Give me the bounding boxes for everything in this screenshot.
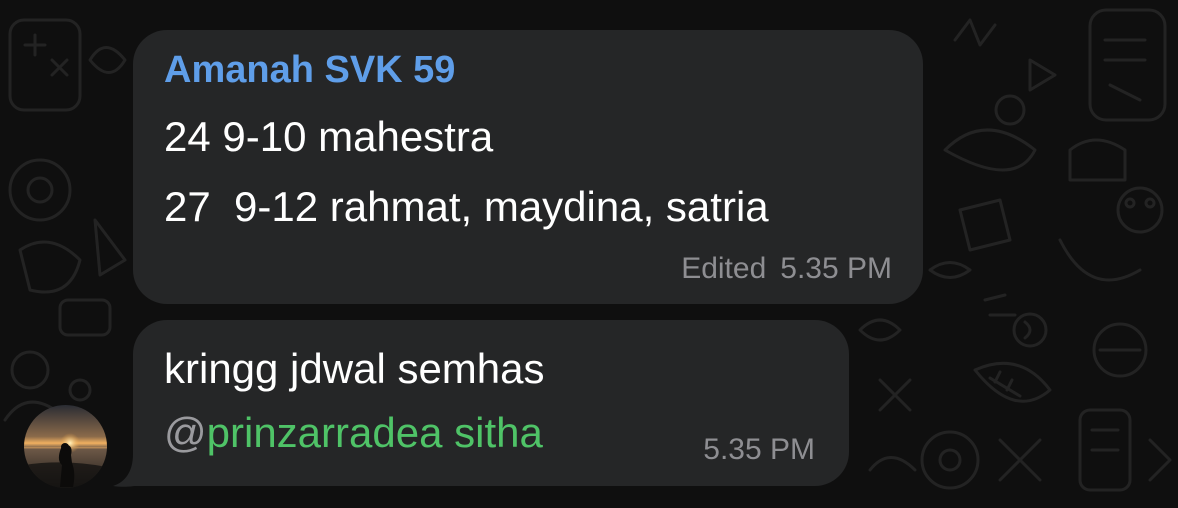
message-time: 5.35 PM	[703, 433, 815, 466]
message-meta: 5.35 PM	[703, 433, 815, 467]
mention-link[interactable]: @prinzarradea sitha	[164, 409, 543, 457]
sunset-avatar-icon	[24, 405, 107, 488]
message-text-line: 27 9-12 rahmat, maydina, satria	[164, 183, 769, 230]
edited-label: Edited	[681, 252, 767, 285]
sender-name[interactable]: Amanah SVK 59	[164, 49, 455, 92]
message-bubble[interactable]: Amanah SVK 59 24 9-10 mahestra 27 9-12 r…	[133, 30, 923, 304]
message-meta: Edited 5.35 PM	[681, 252, 892, 286]
mention-at-sign: @	[164, 409, 207, 456]
message-text-line: 24 9-10 mahestra	[164, 113, 494, 160]
message-time: 5.35 PM	[780, 252, 892, 285]
mention-name[interactable]: prinzarradea sitha	[207, 409, 543, 456]
avatar[interactable]	[24, 405, 107, 488]
message-bubble[interactable]: kringg jdwal semhas @prinzarradea sitha …	[133, 320, 849, 486]
message-text-line: kringg jdwal semhas	[164, 345, 545, 392]
